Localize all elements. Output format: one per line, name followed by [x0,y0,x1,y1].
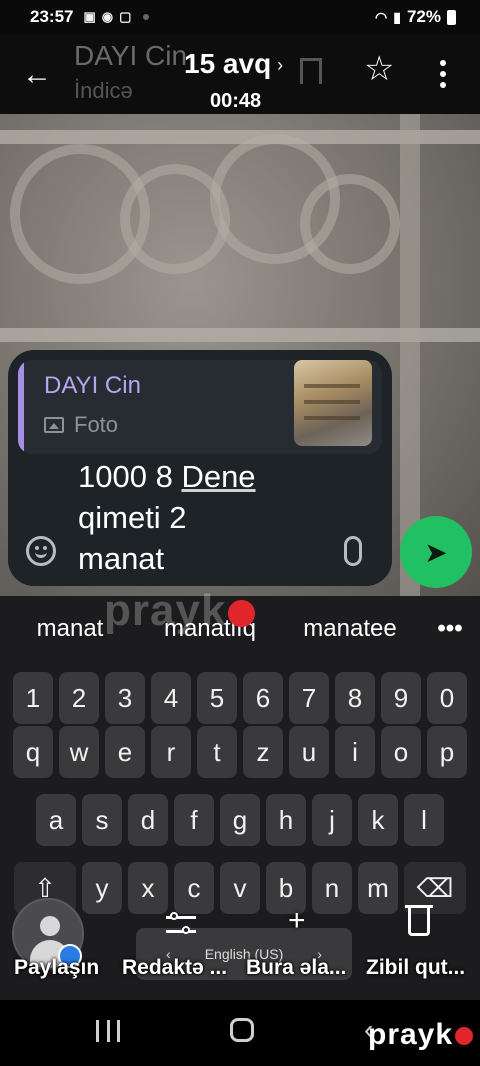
key-z[interactable]: z [243,726,283,778]
chevron-right-icon: › [277,55,284,76]
key-9[interactable]: 9 [381,672,421,724]
key-w[interactable]: w [59,726,99,778]
watermark-corner: prayk [368,1018,474,1052]
media-date[interactable]: 15 avq › [184,48,283,80]
status-time: 23:57 [30,7,74,26]
quote-bar [18,360,24,454]
key-2[interactable]: 2 [59,672,99,724]
home-icon[interactable] [230,1018,254,1042]
quote-sender: DAYI Cin [44,372,141,399]
quote-thumbnail [294,360,372,446]
wifi-icon: ◠ [375,8,388,25]
key-e[interactable]: e [105,726,145,778]
chat-notification-icon: ◉ [101,9,114,24]
send-icon: ➤ [424,536,448,568]
image-icon [44,417,64,433]
letter-row-2: a s d f g h j k l [0,794,480,846]
key-k[interactable]: k [358,794,398,846]
add-label[interactable]: Bura əla... [246,956,346,980]
watermark: prayk [104,586,255,636]
attach-icon[interactable] [344,536,362,566]
key-h[interactable]: h [266,794,306,846]
suggestions-more-icon[interactable]: ••• [420,615,480,643]
carving-shape [300,174,400,274]
signal-icon: ▮ [393,8,401,25]
status-right: ◠ ▮ 72% [375,7,456,27]
key-6[interactable]: 6 [243,672,283,724]
emoji-icon[interactable] [26,536,56,566]
key-j[interactable]: j [312,794,352,846]
gallery-notification-icon: ▣ [83,9,96,24]
key-q[interactable]: q [13,726,53,778]
key-5[interactable]: 5 [197,672,237,724]
back-arrow-icon[interactable]: ← [22,60,52,90]
key-0[interactable]: 0 [427,672,467,724]
autocorrect-word: Dene [181,459,256,494]
message-line3: manat [78,541,165,576]
key-8[interactable]: 8 [335,672,375,724]
key-l[interactable]: l [404,794,444,846]
quoted-message[interactable]: DAYI Cin Foto [18,360,382,454]
battery-icon [447,9,456,25]
edit-icon[interactable] [166,912,196,936]
key-r[interactable]: r [151,726,191,778]
key-i[interactable]: i [335,726,375,778]
key-d[interactable]: d [128,794,168,846]
letter-row-1: q w e r t z u i o p [0,726,480,778]
key-1[interactable]: 1 [13,672,53,724]
star-icon[interactable]: ☆ [364,52,394,86]
recents-icon[interactable] [96,1020,120,1042]
more-notifications-icon [143,14,150,20]
delete-label[interactable]: Zibil qut... [366,956,465,980]
trash-icon[interactable] [405,905,433,936]
app-notification-icon: ▢ [119,9,132,24]
key-o[interactable]: o [381,726,421,778]
message-line1: 1000 8 [78,459,182,494]
battery-level: 72% [406,7,441,26]
reply-composer: DAYI Cin Foto 1000 8 Dene qimeti 2 manat [8,350,392,586]
more-options-icon[interactable] [438,60,448,93]
send-button[interactable]: ➤ [400,516,472,588]
contact-name: DAYI Cin [74,40,188,71]
quote-type: Foto [44,412,118,438]
message-input[interactable]: 1000 8 Dene qimeti 2 manat [78,456,308,579]
key-g[interactable]: g [220,794,260,846]
bookmark-icon [300,58,322,84]
key-s[interactable]: s [82,794,122,846]
key-p[interactable]: p [427,726,467,778]
suggestion-3[interactable]: manatee [280,615,420,643]
key-3[interactable]: 3 [105,672,145,724]
status-bar: 23:57 ▣ ◉ ▢ ◠ ▮ 72% [0,0,480,34]
key-4[interactable]: 4 [151,672,191,724]
contact-status: İndicə [74,78,133,103]
number-row: 1 2 3 4 5 6 7 8 9 0 [0,672,480,724]
edit-label[interactable]: Redaktə ... [122,956,227,980]
media-time: 00:48 [210,90,262,112]
key-u[interactable]: u [289,726,329,778]
media-action-bar: Paylaşın Redaktə ... + Bura əla... Zibil… [0,880,480,1000]
quote-type-label: Foto [74,412,119,437]
message-line2: qimeti 2 [78,500,187,535]
key-f[interactable]: f [174,794,214,846]
share-label[interactable]: Paylaşın [14,956,99,980]
add-icon[interactable]: + [288,904,306,938]
media-date-text: 15 avq [184,48,272,79]
media-viewer-header: ← DAYI Cin İndicə 15 avq › 00:48 ☆ [0,34,480,114]
key-t[interactable]: t [197,726,237,778]
key-7[interactable]: 7 [289,672,329,724]
key-a[interactable]: a [36,794,76,846]
